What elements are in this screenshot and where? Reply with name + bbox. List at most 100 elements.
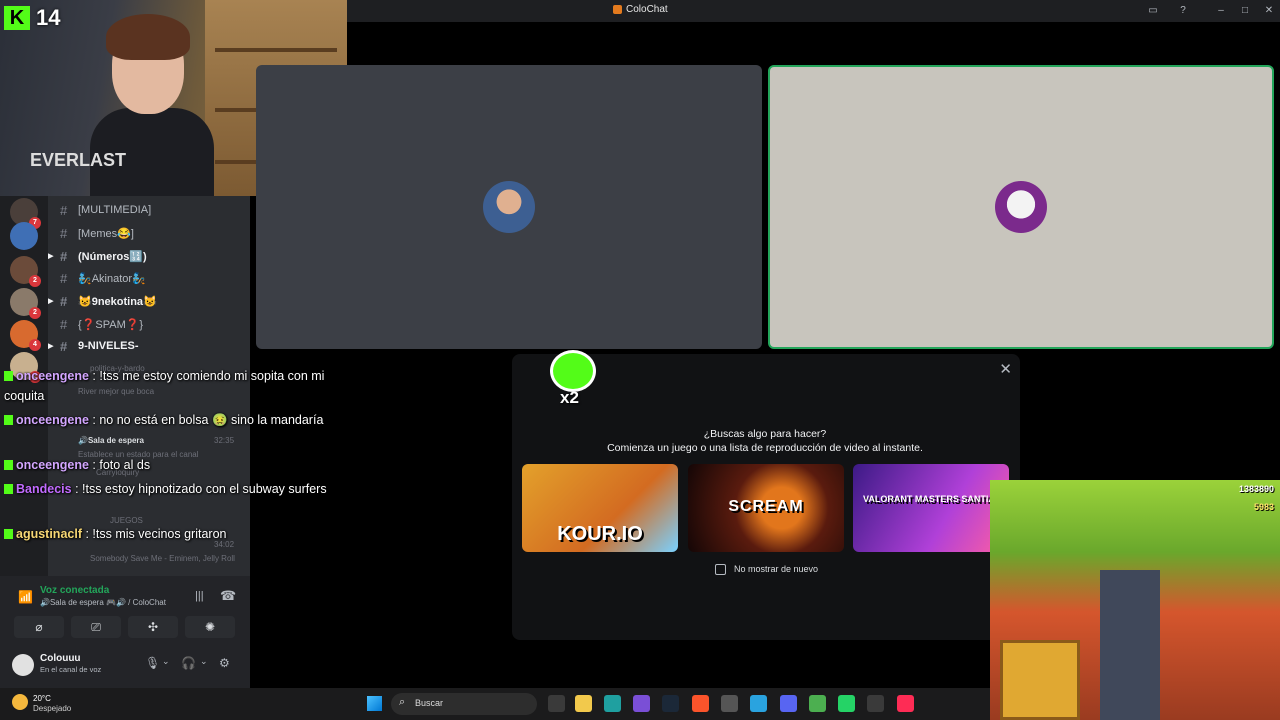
discord-icon[interactable]: [780, 695, 797, 712]
server-icon[interactable]: 4: [10, 320, 41, 351]
noise-suppression-icon[interactable]: |||: [195, 590, 204, 602]
brave-icon[interactable]: [692, 695, 709, 712]
activity-card-kour[interactable]: KOUR.IO: [522, 464, 678, 552]
avatar[interactable]: [12, 654, 34, 676]
gear-icon[interactable]: ⚙: [219, 656, 230, 670]
soundboard-button[interactable]: ✺: [185, 616, 235, 638]
app-icon[interactable]: [633, 695, 650, 712]
chat-text: : no no está en bolsa 🤢 sino la mandaría: [88, 413, 324, 427]
help-icon[interactable]: ?: [1175, 3, 1191, 19]
server-icon[interactable]: 2: [10, 256, 41, 287]
voice-tile[interactable]: [256, 65, 762, 349]
dont-show-label[interactable]: No mostrar de nuevo: [734, 564, 818, 574]
kick-badge-icon: [4, 460, 13, 470]
app-icon[interactable]: [867, 695, 884, 712]
steam-icon[interactable]: [662, 695, 679, 712]
close-window-button[interactable]: ✕: [1261, 3, 1277, 19]
voice-tile-speaking[interactable]: [768, 65, 1274, 349]
windows-taskbar: 20°C Despejado ⌕ Buscar: [0, 688, 990, 720]
rail-track: [1100, 570, 1160, 720]
chat-message: onceengene : foto al ds: [4, 455, 350, 475]
voice-panel: 📶 Voz conectada 🔊Sala de espera 🎮🔊 / Col…: [0, 576, 250, 688]
weather-icon[interactable]: [12, 694, 28, 710]
inbox-icon[interactable]: ▭: [1145, 3, 1161, 19]
tiktok-icon[interactable]: [897, 695, 914, 712]
chat-username: onceengene: [16, 458, 89, 472]
activities-button[interactable]: ✣: [128, 616, 178, 638]
channel-item[interactable]: # [MULTIMEDIA]: [60, 200, 246, 220]
popup-question: ¿Buscas algo para hacer?: [703, 428, 827, 440]
voice-channel-path[interactable]: 🔊Sala de espera 🎮🔊 / ColoChat: [40, 598, 166, 607]
channel-item[interactable]: # 🧞Akinator🧞: [60, 268, 246, 288]
activity-card-valorant[interactable]: VALORANT MASTERS SANTIAGO: [853, 464, 1009, 552]
voice-status[interactable]: Voz conectada: [40, 585, 109, 596]
windows-start-icon[interactable]: [367, 696, 382, 711]
activity-card-scream[interactable]: SCREAM: [688, 464, 844, 552]
minimize-button[interactable]: –: [1213, 3, 1229, 19]
viewer-count: 14: [36, 5, 61, 30]
kick-chat-overlay: onceengene : !tss me estoy comiendo mi s…: [0, 366, 350, 556]
dont-show-checkbox[interactable]: [715, 564, 726, 575]
hash-icon: #: [60, 248, 68, 264]
kick-badge-icon: [4, 371, 13, 381]
user-status: En el canal de voz: [40, 665, 102, 674]
collapse-arrow-icon: ▶: [48, 298, 54, 305]
hash-icon: #: [60, 202, 68, 218]
taskbar-search[interactable]: ⌕ Buscar: [391, 693, 537, 715]
search-icon: ⌕: [399, 696, 406, 708]
chat-text: : foto al ds: [88, 458, 151, 472]
channel-item[interactable]: ▶ #9-NIVELES-: [48, 336, 246, 356]
chevron-down-icon[interactable]: ⌄: [162, 656, 170, 667]
disconnect-icon[interactable]: ☎: [220, 588, 236, 604]
whatsapp-icon[interactable]: [838, 695, 855, 712]
channel-item[interactable]: # [Memes😂]: [60, 223, 246, 243]
minecraft-icon[interactable]: [809, 695, 826, 712]
channel-item[interactable]: ▶ # (Números🔢): [48, 246, 246, 266]
server-icon[interactable]: 2: [10, 288, 41, 319]
train: [1000, 640, 1080, 720]
chat-message: agustinaclf : !tss mis vecinos gritaron: [4, 524, 350, 544]
weather-temp[interactable]: 20°C: [33, 694, 51, 703]
server-icon[interactable]: [10, 222, 38, 250]
kick-mascot: x2: [548, 350, 598, 412]
obs-icon[interactable]: [721, 695, 738, 712]
app-logo-icon: [613, 5, 622, 14]
chevron-down-icon[interactable]: ⌄: [200, 656, 208, 667]
username[interactable]: Colouuu: [40, 653, 81, 664]
telegram-icon[interactable]: [750, 695, 767, 712]
subway-surfers-overlay: 1383890 5983: [990, 480, 1280, 720]
file-explorer-icon[interactable]: [575, 695, 592, 712]
kick-mascot-icon: [550, 350, 596, 392]
kick-badge-icon: [4, 529, 13, 539]
headphones-icon[interactable]: 🎧: [181, 656, 196, 670]
kick-badge-icon: [4, 415, 13, 425]
channel-item[interactable]: ▶ # 😺9nekotina😺: [48, 291, 246, 311]
search-placeholder: Buscar: [415, 698, 444, 708]
chat-username: Bandecis: [16, 482, 72, 496]
weather-condition[interactable]: Despejado: [33, 704, 71, 713]
kick-badge-icon: [4, 484, 13, 494]
collapse-arrow-icon: ▶: [48, 253, 54, 260]
hash-icon: #: [60, 225, 68, 241]
microphone-icon[interactable]: 🎙: [145, 656, 160, 670]
kick-logo-icon: K: [4, 6, 30, 30]
task-view-icon[interactable]: [548, 695, 565, 712]
hash-icon: #: [60, 338, 68, 354]
camera-toggle-button[interactable]: ⌀: [14, 616, 64, 638]
chat-message: onceengene : no no está en bolsa 🤢 sino …: [4, 410, 350, 430]
channel-item[interactable]: # {❓SPAM❓}: [60, 314, 246, 334]
maximize-button[interactable]: □: [1237, 3, 1253, 19]
chat-text: : !tss estoy hipnotizado con el subway s…: [71, 482, 327, 496]
chat-username: onceengene: [16, 413, 89, 427]
close-icon[interactable]: ✕: [999, 360, 1012, 378]
kick-viewer-badge: K 14: [4, 5, 60, 31]
hash-icon: #: [60, 270, 68, 286]
hash-icon: #: [60, 316, 68, 332]
popup-subtitle: Comienza un juego o una lista de reprodu…: [607, 442, 923, 454]
game-coins: 5983: [1253, 502, 1274, 512]
chat-username: onceengene: [16, 369, 89, 383]
screen-share-button[interactable]: ⎚: [71, 616, 121, 638]
app-icon[interactable]: [604, 695, 621, 712]
multiplier-label: x2: [560, 388, 579, 407]
hash-icon: #: [60, 293, 68, 309]
